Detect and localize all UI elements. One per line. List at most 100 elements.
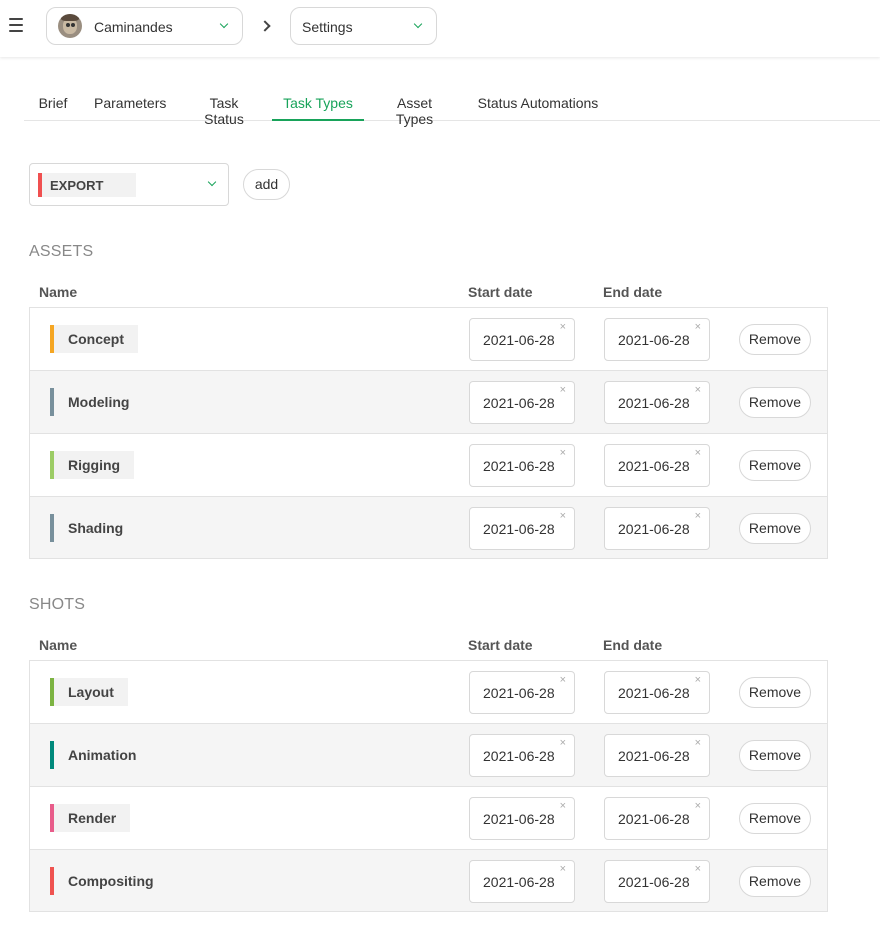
end-date-input[interactable]: 2021-06-28 × xyxy=(604,797,710,840)
clear-icon[interactable]: × xyxy=(560,863,566,875)
clear-icon[interactable]: × xyxy=(695,674,701,686)
clear-icon[interactable]: × xyxy=(695,321,701,333)
end-date-input[interactable]: 2021-06-28 × xyxy=(604,381,710,424)
remove-button[interactable]: Remove xyxy=(739,324,811,355)
end-date-value: 2021-06-28 xyxy=(618,332,690,348)
production-selector[interactable]: Caminandes xyxy=(46,7,243,45)
clear-icon[interactable]: × xyxy=(560,384,566,396)
start-date-value: 2021-06-28 xyxy=(483,521,555,537)
task-type-color-bar xyxy=(50,741,54,769)
tab-parameters[interactable]: Parameters xyxy=(94,86,166,121)
column-name: Name xyxy=(39,284,78,300)
shots-section-title: SHOTS xyxy=(29,596,86,613)
remove-button[interactable]: Remove xyxy=(739,387,811,418)
end-date-value: 2021-06-28 xyxy=(618,521,690,537)
task-type-label: Animation xyxy=(68,747,137,763)
clear-icon[interactable]: × xyxy=(560,447,566,459)
task-type-name[interactable]: Render xyxy=(50,804,131,832)
table-row: Modeling 2021-06-28 × 2021-06-28 × Remove xyxy=(30,371,827,434)
shots-table: Layout 2021-06-28 × 2021-06-28 × Remove An… xyxy=(29,660,828,912)
start-date-input[interactable]: 2021-06-28 × xyxy=(469,507,575,550)
task-type-name[interactable]: Compositing xyxy=(50,867,168,895)
task-type-name[interactable]: Concept xyxy=(50,325,138,353)
tab-asset-types[interactable]: Asset Types xyxy=(378,86,451,127)
clear-icon[interactable]: × xyxy=(695,447,701,459)
table-row: Compositing 2021-06-28 × 2021-06-28 × Remo… xyxy=(30,850,827,912)
end-date-value: 2021-06-28 xyxy=(618,395,690,411)
task-type-color-bar xyxy=(50,867,54,895)
clear-icon[interactable]: × xyxy=(695,737,701,749)
clear-icon[interactable]: × xyxy=(695,384,701,396)
table-row: Concept 2021-06-28 × 2021-06-28 × Remove xyxy=(30,308,827,371)
column-end-date: End date xyxy=(603,284,663,300)
end-date-input[interactable]: 2021-06-28 × xyxy=(604,734,710,777)
start-date-input[interactable]: 2021-06-28 × xyxy=(469,444,575,487)
end-date-value: 2021-06-28 xyxy=(618,685,690,701)
end-date-input[interactable]: 2021-06-28 × xyxy=(604,318,710,361)
end-date-input[interactable]: 2021-06-28 × xyxy=(604,671,710,714)
start-date-input[interactable]: 2021-06-28 × xyxy=(469,381,575,424)
menu-icon[interactable] xyxy=(9,18,23,34)
end-date-input[interactable]: 2021-06-28 × xyxy=(604,507,710,550)
task-type-name[interactable]: Animation xyxy=(50,741,151,769)
column-start-date: Start date xyxy=(468,637,533,653)
section-selector[interactable]: Settings xyxy=(290,7,437,45)
task-type-label: Rigging xyxy=(68,457,121,473)
clear-icon[interactable]: × xyxy=(695,863,701,875)
remove-button[interactable]: Remove xyxy=(739,740,811,771)
start-date-value: 2021-06-28 xyxy=(483,458,555,474)
task-type-color-bar xyxy=(50,678,54,706)
clear-icon[interactable]: × xyxy=(560,737,566,749)
start-date-input[interactable]: 2021-06-28 × xyxy=(469,671,575,714)
task-type-label: Render xyxy=(68,810,117,826)
clear-icon[interactable]: × xyxy=(560,510,566,522)
table-row: Layout 2021-06-28 × 2021-06-28 × Remove xyxy=(30,661,827,724)
start-date-input[interactable]: 2021-06-28 × xyxy=(469,318,575,361)
end-date-value: 2021-06-28 xyxy=(618,458,690,474)
clear-icon[interactable]: × xyxy=(695,800,701,812)
tab-task-status[interactable]: Task Status xyxy=(190,86,258,127)
add-button[interactable]: add xyxy=(243,169,290,200)
clear-icon[interactable]: × xyxy=(560,800,566,812)
task-type-label: Shading xyxy=(68,520,124,536)
end-date-value: 2021-06-28 xyxy=(618,748,690,764)
task-type-color-bar xyxy=(50,325,54,353)
remove-button[interactable]: Remove xyxy=(739,677,811,708)
remove-button[interactable]: Remove xyxy=(739,803,811,834)
task-type-select[interactable]: EXPORT xyxy=(29,163,229,206)
production-avatar xyxy=(58,14,82,38)
clear-icon[interactable]: × xyxy=(560,674,566,686)
task-type-label: Modeling xyxy=(68,394,130,410)
start-date-input[interactable]: 2021-06-28 × xyxy=(469,797,575,840)
task-type-name[interactable]: Shading xyxy=(50,514,138,542)
start-date-value: 2021-06-28 xyxy=(483,395,555,411)
tab-status-automations[interactable]: Status Automations xyxy=(477,86,599,121)
table-row: Rigging 2021-06-28 × 2021-06-28 × Remove xyxy=(30,434,827,497)
table-row: Shading 2021-06-28 × 2021-06-28 × Remove xyxy=(30,497,827,559)
column-name: Name xyxy=(39,637,78,653)
chevron-down-icon xyxy=(207,177,217,187)
task-type-value: EXPORT xyxy=(50,178,104,193)
start-date-input[interactable]: 2021-06-28 × xyxy=(469,860,575,903)
end-date-input[interactable]: 2021-06-28 × xyxy=(604,860,710,903)
task-type-color-bar xyxy=(50,451,54,479)
end-date-input[interactable]: 2021-06-28 × xyxy=(604,444,710,487)
task-type-color-bar xyxy=(38,173,42,197)
start-date-input[interactable]: 2021-06-28 × xyxy=(469,734,575,777)
chevron-down-icon xyxy=(219,19,229,29)
chevron-down-icon xyxy=(413,19,423,29)
clear-icon[interactable]: × xyxy=(695,510,701,522)
remove-button[interactable]: Remove xyxy=(739,450,811,481)
end-date-value: 2021-06-28 xyxy=(618,874,690,890)
clear-icon[interactable]: × xyxy=(560,321,566,333)
table-row: Render 2021-06-28 × 2021-06-28 × Remove xyxy=(30,787,827,850)
tab-task-types[interactable]: Task Types xyxy=(272,86,364,121)
start-date-value: 2021-06-28 xyxy=(483,685,555,701)
remove-button[interactable]: Remove xyxy=(739,513,811,544)
tab-brief[interactable]: Brief xyxy=(38,86,68,121)
task-type-name[interactable]: Modeling xyxy=(50,388,144,416)
task-type-color-bar xyxy=(50,804,54,832)
task-type-name[interactable]: Layout xyxy=(50,678,128,706)
remove-button[interactable]: Remove xyxy=(739,866,811,897)
task-type-name[interactable]: Rigging xyxy=(50,451,135,479)
